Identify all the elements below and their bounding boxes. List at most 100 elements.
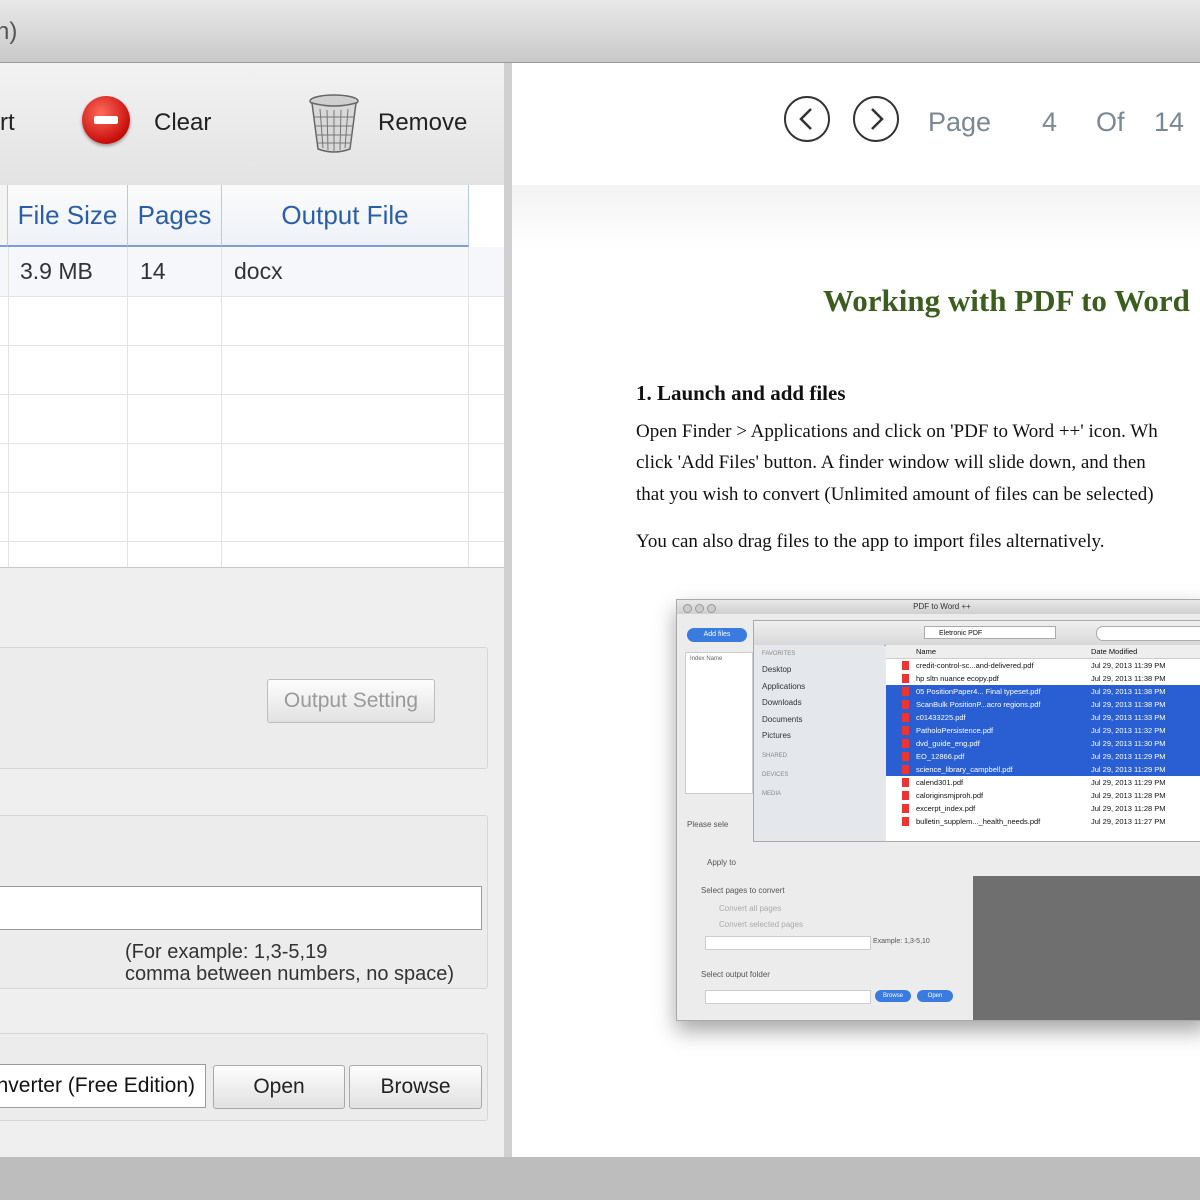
finder-column-date: Date Modified [1091, 647, 1138, 656]
pdf-file-icon [902, 726, 909, 735]
clear-icon[interactable] [82, 96, 130, 144]
total-pages: 14 [1154, 107, 1185, 137]
finder-file-row: 05 PositionPaper4... Final typeset.pdf Ju… [886, 685, 1200, 698]
window-close-dot [683, 604, 692, 613]
finder-file-date: Jul 29, 2013 11:27 PM [1091, 817, 1166, 826]
preview-panel: Page 4 Of 14 Working with PDF to Word 1.… [512, 63, 1200, 1157]
screenshot-select-output: Select output folder [701, 970, 770, 979]
finder-location: Eletronic PDF [924, 626, 1056, 639]
finder-file-date: Jul 29, 2013 11:29 PM [1091, 765, 1166, 774]
finder-sidebar: FAVORITES Desktop Applications Downloads… [754, 645, 884, 841]
output-folder-group: nverter (Free Edition) Open Browse [0, 1033, 488, 1121]
finder-file-date: Jul 29, 2013 11:28 PM [1091, 804, 1166, 813]
previous-page-button[interactable] [784, 96, 830, 142]
document-heading: 1. Launch and add files [636, 381, 846, 405]
pdf-file-icon [902, 765, 909, 774]
finder-file-date: Jul 29, 2013 11:38 PM [1091, 700, 1166, 709]
finder-file-date: Jul 29, 2013 11:32 PM [1091, 726, 1166, 735]
screenshot-browse-button: Browse [875, 990, 911, 1002]
finder-file-name: hp sltn nuance ecopy.pdf [916, 674, 999, 683]
current-page-number[interactable]: 4 [1042, 107, 1057, 138]
pdf-file-icon [902, 791, 909, 800]
column-divider [127, 247, 128, 567]
row-divider [0, 296, 504, 297]
finder-file-name: EO_12866.pdf [916, 752, 965, 761]
finder-file-date: Jul 29, 2013 11:38 PM [1091, 687, 1166, 696]
column-header-partial[interactable] [0, 185, 8, 247]
column-header-pages[interactable]: Pages [128, 185, 222, 247]
row-divider [0, 345, 504, 346]
finder-file-row: hp sltn nuance ecopy.pdf Jul 29, 2013 11:… [886, 672, 1200, 685]
page-range-input[interactable] [0, 886, 482, 930]
finder-file-row: calend301.pdf Jul 29, 2013 11:29 PM [886, 776, 1200, 789]
finder-file-row: caloriginsmjproh.pdf Jul 29, 2013 11:28 P… [886, 789, 1200, 802]
output-folder-field[interactable]: nverter (Free Edition) [0, 1064, 206, 1108]
output-setting-button[interactable]: Output Setting [267, 679, 435, 723]
finder-file-row: credit-control-sc...and-delivered.pdf Jul… [886, 659, 1200, 672]
window-zoom-dot [707, 604, 716, 613]
document-line: click 'Add Files' button. A finder windo… [636, 452, 1146, 473]
document-line: that you wish to convert (Unlimited amou… [636, 484, 1154, 505]
pdf-file-icon [902, 674, 909, 683]
finder-file-date: Jul 29, 2013 11:39 PM [1091, 661, 1166, 670]
finder-file-row: PatholoPersistence.pdf Jul 29, 2013 11:32… [886, 724, 1200, 737]
finder-file-name: calend301.pdf [916, 778, 964, 787]
output-settings-group: Output Setting [0, 647, 488, 769]
cell-file-size: 3.9 MB [20, 257, 93, 284]
column-divider [468, 247, 469, 567]
screenshot-please-select: Please sele [687, 820, 729, 829]
finder-file-name: excerpt_index.pdf [916, 804, 976, 813]
finder-file-row: dvd_guide_eng.pdf Jul 29, 2013 11:30 PM [886, 737, 1200, 750]
finder-file-row: EO_12866.pdf Jul 29, 2013 11:29 PM [886, 750, 1200, 763]
sidebar-item: Desktop [762, 665, 792, 674]
table-row[interactable]: 3.9 MB 14 docx [0, 247, 504, 296]
column-divider [8, 247, 9, 567]
trash-icon[interactable] [308, 93, 360, 155]
browse-button[interactable]: Browse [349, 1065, 482, 1109]
screenshot-convert-selected: Convert selected pages [719, 920, 804, 929]
clear-button-label[interactable]: Clear [154, 109, 211, 137]
window-minimize-dot [695, 604, 704, 613]
chevron-right-icon [871, 108, 884, 130]
open-button[interactable]: Open [213, 1065, 345, 1109]
finder-file-name: dvd_guide_eng.pdf [916, 739, 980, 748]
finder-file-date: Jul 29, 2013 11:33 PM [1091, 713, 1166, 722]
finder-file-date: Jul 29, 2013 11:28 PM [1091, 791, 1166, 800]
pdf-file-icon [902, 661, 909, 670]
left-panel: rt Clear Remove File Size Pages Output F… [0, 63, 505, 1157]
page-navigation: Page 4 Of 14 [512, 63, 1200, 186]
sidebar-section: FAVORITES [762, 651, 796, 657]
column-header-file-size[interactable]: File Size [8, 185, 128, 247]
split-divider[interactable] [504, 63, 512, 1157]
sidebar-section: MEDIA [762, 791, 782, 797]
page-range-hint-line2: comma between numbers, no space) [125, 963, 455, 985]
screenshot-select-pages: Select pages to convert [701, 886, 785, 895]
sidebar-item: Pictures [762, 731, 791, 740]
finder-file-date: Jul 29, 2013 11:29 PM [1091, 778, 1166, 787]
column-header-output-file[interactable]: Output File [222, 185, 469, 247]
window-title: n) [0, 18, 18, 45]
finder-file-name: c01433225.pdf [916, 713, 966, 722]
toolbar-partial-button-label[interactable]: rt [0, 109, 15, 137]
page-range-hint-line1: (For example: 1,3-5,19 [125, 941, 328, 963]
sidebar-item: Documents [762, 715, 803, 724]
remove-button-label[interactable]: Remove [378, 109, 467, 137]
next-page-button[interactable] [853, 96, 899, 142]
screenshot-convert-all: Convert all pages [719, 904, 782, 913]
pdf-file-icon [902, 700, 909, 709]
cell-output-file: docx [234, 257, 283, 284]
preview-header-strip [512, 185, 1200, 250]
finder-file-date: Jul 29, 2013 11:30 PM [1091, 739, 1166, 748]
row-divider [0, 492, 504, 493]
screenshot-output-field [705, 990, 871, 1004]
document-line: Open Finder > Applications and click on … [636, 421, 1158, 442]
pdf-file-icon [902, 817, 909, 826]
finder-list-header: Name Date Modified [886, 645, 1200, 659]
sidebar-item: Applications [762, 682, 806, 691]
pdf-file-icon [902, 687, 909, 696]
finder-file-name: credit-control-sc...and-delivered.pdf [916, 661, 1034, 670]
row-divider [0, 443, 504, 444]
finder-toolbar: Eletronic PDF [754, 621, 1200, 646]
row-divider [0, 394, 504, 395]
of-label: Of [1096, 107, 1125, 137]
